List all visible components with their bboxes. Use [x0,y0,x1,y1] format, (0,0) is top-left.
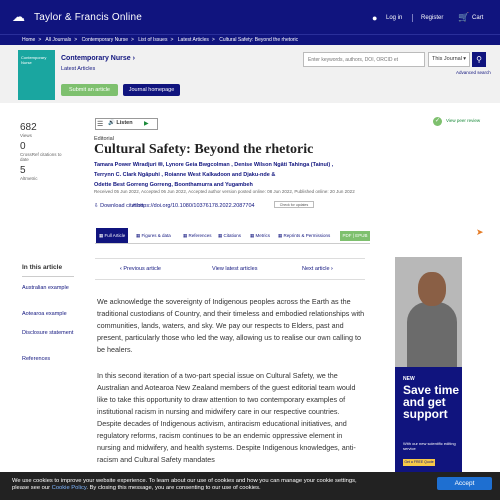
header-divider [412,14,413,22]
breadcrumb-journal[interactable]: Contemporary Nurse [82,37,128,43]
pdf-epub-button[interactable]: PDF | EPUB [340,231,370,241]
crossref-count: 0 [20,140,26,152]
accept-cookies-button[interactable]: Accept [437,477,492,490]
tab-metrics-label: Metrics [255,233,271,238]
tab-figures-label: Figures & data [141,233,171,238]
ad-subtext: With our new scientific editing service [403,441,456,451]
tab-citations[interactable]: ▦ Citations [215,228,244,243]
breadcrumb-all-journals[interactable]: All Journals [45,37,71,43]
chevron-right-icon: › [331,266,333,272]
journal-homepage-button[interactable]: Journal homepage [123,84,180,96]
search-scope-select[interactable]: This Journal ▾ [428,52,470,67]
menu-icon[interactable]: ☰ [97,120,103,128]
cookie-line-1: We use cookies to improve your website e… [12,478,357,484]
tab-underline [95,243,370,244]
journal-title[interactable]: Contemporary Nurse › [61,55,135,62]
journal-subtitle: Latest Articles [61,66,96,72]
tab-metrics[interactable]: ▦ Metrics [247,228,273,243]
body-paragraph-1: We acknowledge the sovereignty of Indige… [97,297,365,354]
cart-link[interactable]: Cart [472,15,483,21]
cart-icon[interactable]: 🛒 [458,12,469,23]
cookie-line-2-pre: please see our [12,485,52,491]
toc-item-disclosure[interactable]: Disclosure statement [22,329,78,337]
previous-article-label: Previous article [123,266,161,272]
ad-photo-face [418,272,446,306]
authors-line-2[interactable]: Terrynn C. Clark Ngāpuhi , Roianne West … [94,170,414,180]
breadcrumb-latest[interactable]: Latest Articles [178,37,209,43]
advanced-search-link[interactable]: Advanced search [456,70,491,75]
breadcrumb-issues[interactable]: List of Issues [138,37,167,43]
doi-label: https://doi.org/10.1080/10376178.2022.20… [137,203,255,209]
views-label: Views [20,133,32,138]
crossmark-badge[interactable]: Check for updates [274,201,314,208]
ad-photo-person [407,302,457,367]
body-paragraph-2: In this second iteration of a two-part s… [97,371,356,464]
chevron-left-icon: ‹ [120,266,122,272]
journal-cover[interactable]: Contemporary Nurse [18,50,55,100]
cookie-policy-link[interactable]: Cookie Policy [52,485,87,491]
check-icon: ✓ [433,117,442,126]
search-input[interactable] [303,52,425,67]
search-scope-value: This Journal [432,56,462,62]
tab-full-article[interactable]: ▦ Full Article [96,228,129,243]
breadcrumb: Home > All Journals > Contemporary Nurse > … [0,34,500,45]
tab-full-article-label: Full Article [104,233,126,238]
toc-title: In this article [22,264,63,271]
toc-divider [22,276,74,277]
login-link[interactable]: Log in [386,15,402,21]
tab-figures[interactable]: ▦ Figures & data [133,228,174,243]
logo-icon[interactable]: ☁ [12,10,32,24]
tab-references[interactable]: ▦ References [180,228,215,243]
search-icon: ⚲ [476,55,482,64]
authors-line-1[interactable]: Tamara Power Wiradjuri ✉, Lynore Geia Bw… [94,160,414,170]
tab-references-label: References [188,233,212,238]
previous-article-link[interactable]: ‹ Previous article [120,266,161,272]
author-list: Tamara Power Wiradjuri ✉, Lynore Geia Bw… [94,160,414,190]
cover-title: Contemporary Nurse [21,55,47,65]
listen-button[interactable]: 🔊 Listen [108,120,133,126]
next-article-label: Next article [302,266,330,272]
chevron-down-icon: ▾ [463,56,466,62]
ad-headline: Save time and get support [403,383,460,421]
breadcrumb-current: Cultural Safety: Beyond the rhetoric [219,37,299,43]
next-article-link[interactable]: Next article › [302,266,333,272]
share-icon[interactable]: ➤ [476,227,484,238]
breadcrumb-home[interactable]: Home [22,37,35,43]
altmetric-count: 5 [20,164,26,176]
submit-article-button[interactable]: Submit an article [61,84,118,96]
register-link[interactable]: Register [421,15,443,21]
cookie-line-2-post: . By closing this message, you are conse… [86,485,261,491]
article-title: Cultural Safety: Beyond the rhetoric [94,142,314,157]
site-logo-text[interactable]: Taylor & Francis Online [34,12,142,23]
toc-item-aotearoa[interactable]: Aotearoa example [22,310,78,318]
tab-reprints-label: Reprints & Permissions [283,233,331,238]
user-icon[interactable]: ● [372,13,377,23]
toc-item-references[interactable]: References [22,355,78,363]
listen-label: Listen [116,120,133,126]
view-peer-review-link[interactable]: View peer review [446,118,480,123]
views-count: 682 [20,122,37,133]
tab-reprints[interactable]: ▦ Reprints & Permissions [275,228,333,243]
ad-cta-button[interactable]: Get a FREE Quote [403,459,435,466]
tab-citations-label: Citations [223,233,242,238]
crossref-label: CrossRef citations to date [20,151,62,163]
cookie-message: We use cookies to improve your website e… [12,478,452,492]
view-latest-articles-link[interactable]: View latest articles [212,266,257,272]
toc-item-australian[interactable]: Australian example [22,284,78,292]
play-icon[interactable]: ▶ [144,120,149,127]
doi-link[interactable]: ↗ https://doi.org/10.1080/10376178.2022.… [131,203,255,209]
publication-history: Received 05 Jun 2022, Accepted 06 Jun 20… [94,189,355,194]
ad-badge: NEW [403,376,415,382]
cookie-line-2: please see our Cookie Policy. By closing… [12,485,452,492]
altmetric-label: Altmetric [20,175,38,181]
search-button[interactable]: ⚲ [472,52,486,67]
article-metrics: 682 Views 0 CrossRef citations to date 5… [20,120,68,181]
